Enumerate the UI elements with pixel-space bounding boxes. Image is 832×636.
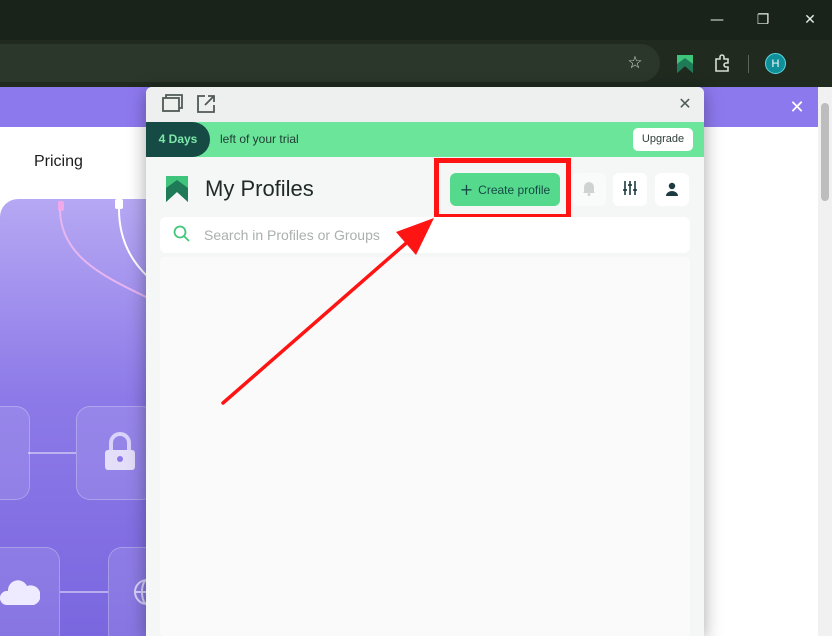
browser-toolbar — [0, 40, 832, 87]
page-title: My Profiles — [205, 176, 314, 201]
extension-popup: ✕ 4 Days left of your trial Upgrade My P… — [146, 87, 704, 636]
close-window-button[interactable]: ✕ — [795, 8, 825, 32]
lock-icon — [105, 432, 135, 470]
notifications-button[interactable] — [572, 173, 606, 206]
filters-button[interactable] — [613, 173, 647, 206]
popup-close-icon[interactable]: ✕ — [674, 93, 696, 115]
profiles-list — [160, 257, 690, 636]
search-box — [160, 217, 690, 253]
open-external-icon[interactable] — [195, 93, 217, 115]
browser-titlebar: — ❐ ✕ — [0, 0, 832, 40]
popup-header: ✕ — [146, 87, 704, 122]
page-scrollbar-thumb[interactable] — [821, 103, 829, 201]
app-logo-icon — [166, 176, 188, 202]
trial-text: left of your trial — [220, 132, 299, 146]
nav-link-pricing[interactable]: Pricing — [34, 153, 83, 171]
minimize-button[interactable]: — — [702, 8, 732, 32]
sliders-icon — [623, 181, 637, 195]
highlight-box — [434, 158, 571, 219]
restore-button[interactable]: ❐ — [748, 8, 778, 32]
bell-icon — [583, 182, 595, 196]
cloud-icon — [0, 580, 40, 605]
hero-curves — [59, 208, 150, 300]
toolbar-divider — [748, 55, 749, 73]
trial-days-badge: 4 Days — [146, 122, 210, 157]
user-icon — [666, 182, 678, 196]
puzzle-icon[interactable] — [712, 53, 732, 73]
star-icon[interactable]: ☆ — [624, 53, 646, 73]
upgrade-button[interactable]: Upgrade — [633, 128, 693, 151]
promo-close-icon[interactable]: ✕ — [786, 97, 808, 119]
search-icon — [173, 225, 190, 242]
extension-logo-icon[interactable] — [676, 54, 694, 74]
hero-illustration — [0, 199, 150, 636]
account-button[interactable] — [655, 173, 689, 206]
search-input[interactable] — [204, 221, 674, 249]
address-bar[interactable] — [0, 44, 660, 82]
window-icon[interactable] — [161, 93, 183, 115]
trial-banner: 4 Days left of your trial Upgrade — [146, 122, 704, 157]
profile-avatar[interactable]: H — [765, 53, 786, 74]
